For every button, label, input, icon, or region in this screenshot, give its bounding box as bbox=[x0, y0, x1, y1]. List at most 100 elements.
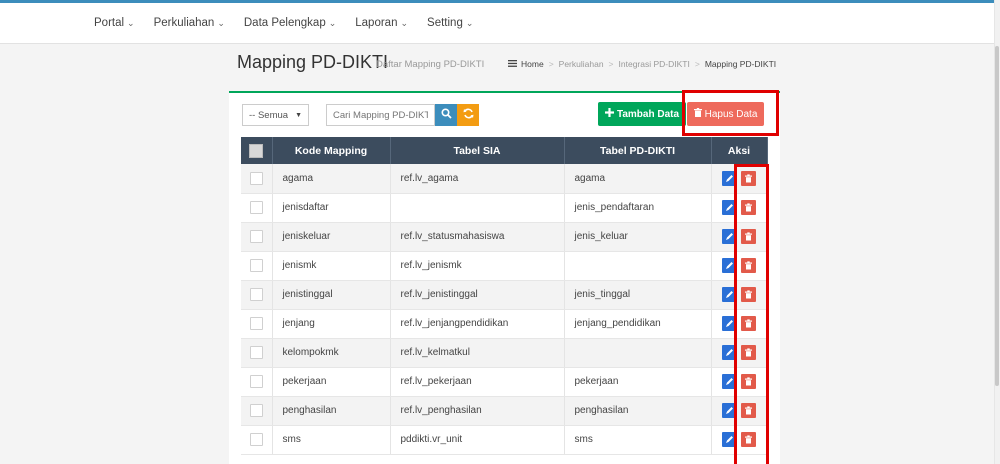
cell-dikti bbox=[564, 251, 712, 281]
row-checkbox-cell bbox=[241, 396, 273, 426]
cell-dikti: sms bbox=[564, 425, 712, 455]
highlight-box-delete-button bbox=[682, 90, 779, 136]
table-row: jenisdaftar jenis_pendaftaran bbox=[241, 193, 768, 223]
column-header-sia[interactable]: Tabel SIA bbox=[390, 137, 565, 164]
nav-perkuliahan-label: Perkuliahan bbox=[153, 17, 215, 29]
search-icon bbox=[440, 108, 452, 122]
cell-kode: sms bbox=[272, 425, 391, 455]
nav-data-pelengkap[interactable]: Data Pelengkap ⌄ bbox=[244, 17, 336, 29]
row-checkbox-cell bbox=[241, 164, 273, 194]
table-row: agama ref.lv_agama agama bbox=[241, 164, 768, 194]
column-header-kode[interactable]: Kode Mapping bbox=[272, 137, 391, 164]
cell-sia: ref.lv_pekerjaan bbox=[390, 367, 565, 397]
filter-select[interactable]: -- Semua ▼ bbox=[242, 104, 309, 126]
row-checkbox-cell bbox=[241, 338, 273, 368]
table-row: sms pddikti.vr_unit sms bbox=[241, 425, 768, 455]
table-row: jenjang ref.lv_jenjangpendidikan jenjang… bbox=[241, 309, 768, 339]
table-row: pekerjaan ref.lv_pekerjaan pekerjaan bbox=[241, 367, 768, 397]
cell-kode: kelompokmk bbox=[272, 338, 391, 368]
nav-setting[interactable]: Setting ⌄ bbox=[427, 17, 473, 29]
cell-dikti: agama bbox=[564, 164, 712, 194]
chevron-down-icon: ⌄ bbox=[465, 18, 474, 28]
cell-kode: jenismk bbox=[272, 251, 391, 281]
breadcrumb-current: Mapping PD-DIKTI bbox=[704, 59, 777, 69]
chevron-down-icon: ⌄ bbox=[328, 18, 337, 28]
cell-kode: agama bbox=[272, 164, 391, 194]
cell-sia: ref.lv_penghasilan bbox=[390, 396, 565, 426]
row-checkbox[interactable] bbox=[249, 288, 263, 301]
search-input[interactable] bbox=[326, 104, 435, 126]
row-checkbox-cell bbox=[241, 425, 273, 455]
row-checkbox-cell bbox=[241, 280, 273, 310]
cell-sia: ref.lv_jenistinggal bbox=[390, 280, 565, 310]
cell-dikti: penghasilan bbox=[564, 396, 712, 426]
row-checkbox[interactable] bbox=[249, 346, 263, 359]
breadcrumb-home[interactable]: Home bbox=[521, 59, 544, 69]
nav-portal-label: Portal bbox=[94, 17, 125, 29]
row-checkbox[interactable] bbox=[249, 259, 263, 272]
cell-kode: penghasilan bbox=[272, 396, 391, 426]
breadcrumb-separator: > bbox=[548, 59, 554, 69]
cell-kode: pekerjaan bbox=[272, 367, 391, 397]
nav-perkuliahan[interactable]: Perkuliahan ⌄ bbox=[154, 17, 225, 29]
row-checkbox[interactable] bbox=[249, 433, 263, 446]
cell-sia bbox=[390, 193, 565, 223]
nav-setting-label: Setting bbox=[427, 17, 463, 29]
row-checkbox[interactable] bbox=[249, 171, 263, 185]
highlight-box-row-actions bbox=[734, 164, 769, 464]
row-checkbox[interactable] bbox=[249, 404, 263, 417]
cell-dikti: jenis_tinggal bbox=[564, 280, 712, 310]
cell-sia: ref.lv_agama bbox=[390, 164, 565, 194]
page-title: Mapping PD-DIKTI bbox=[237, 52, 389, 72]
table-row: jenistinggal ref.lv_jenistinggal jenis_t… bbox=[241, 280, 768, 310]
select-all-checkbox[interactable] bbox=[249, 143, 264, 158]
nav-laporan-label: Laporan bbox=[355, 17, 398, 29]
nav-laporan[interactable]: Laporan ⌄ bbox=[355, 17, 408, 29]
breadcrumb-separator: > bbox=[694, 59, 700, 69]
table-row: penghasilan ref.lv_penghasilan penghasil… bbox=[241, 396, 768, 426]
cell-dikti: pekerjaan bbox=[564, 367, 712, 397]
cell-kode: jenisdaftar bbox=[272, 193, 391, 223]
cell-sia: ref.lv_jenismk bbox=[390, 251, 565, 281]
chevron-down-icon: ⌄ bbox=[217, 18, 225, 28]
add-data-button[interactable]: Tambah Data bbox=[598, 102, 686, 126]
search-button[interactable] bbox=[435, 104, 457, 126]
cell-dikti: jenis_keluar bbox=[564, 222, 712, 252]
filter-select-value: -- Semua bbox=[249, 109, 289, 121]
dropdown-arrow-icon: ▼ bbox=[295, 111, 302, 119]
cell-dikti: jenjang_pendidikan bbox=[564, 309, 712, 339]
menu-icon bbox=[508, 59, 517, 69]
nav-portal[interactable]: Portal ⌄ bbox=[94, 17, 135, 29]
table-row: jeniskeluar ref.lv_statusmahasiswa jenis… bbox=[241, 222, 768, 252]
cell-sia: ref.lv_kelmatkul bbox=[390, 338, 565, 368]
row-checkbox-cell bbox=[241, 222, 273, 252]
cell-dikti: jenis_pendaftaran bbox=[564, 193, 712, 223]
table-row: jenismk ref.lv_jenismk bbox=[241, 251, 768, 281]
mapping-table: Kode Mapping Tabel SIA Tabel PD-DIKTI Ak… bbox=[241, 137, 768, 455]
cell-dikti bbox=[564, 338, 712, 368]
cell-kode: jenistinggal bbox=[272, 280, 391, 310]
row-checkbox[interactable] bbox=[249, 375, 263, 388]
nav-data-pelengkap-label: Data Pelengkap bbox=[243, 17, 326, 29]
cell-kode: jenjang bbox=[272, 309, 391, 339]
scrollbar-thumb[interactable] bbox=[995, 46, 999, 386]
plus-icon bbox=[604, 108, 614, 120]
table-row: kelompokmk ref.lv_kelmatkul bbox=[241, 338, 768, 368]
column-header-dikti[interactable]: Tabel PD-DIKTI bbox=[564, 137, 712, 164]
breadcrumb-perkuliahan[interactable]: Perkuliahan bbox=[559, 59, 604, 69]
refresh-icon bbox=[463, 108, 474, 122]
row-checkbox-cell bbox=[241, 251, 273, 281]
breadcrumb-integrasi[interactable]: Integrasi PD-DIKTI bbox=[619, 59, 690, 69]
row-checkbox[interactable] bbox=[249, 230, 263, 243]
add-data-label: Tambah Data bbox=[616, 108, 680, 120]
chevron-down-icon: ⌄ bbox=[127, 18, 135, 28]
page-subtitle: Daftar Mapping PD-DIKTI bbox=[376, 59, 485, 70]
refresh-button[interactable] bbox=[457, 104, 479, 126]
row-checkbox[interactable] bbox=[249, 201, 263, 214]
cell-sia: pddikti.vr_unit bbox=[390, 425, 565, 455]
chevron-down-icon: ⌄ bbox=[400, 18, 409, 28]
cell-sia: ref.lv_jenjangpendidikan bbox=[390, 309, 565, 339]
row-checkbox-cell bbox=[241, 193, 273, 223]
row-checkbox-cell bbox=[241, 367, 273, 397]
row-checkbox[interactable] bbox=[249, 317, 263, 330]
